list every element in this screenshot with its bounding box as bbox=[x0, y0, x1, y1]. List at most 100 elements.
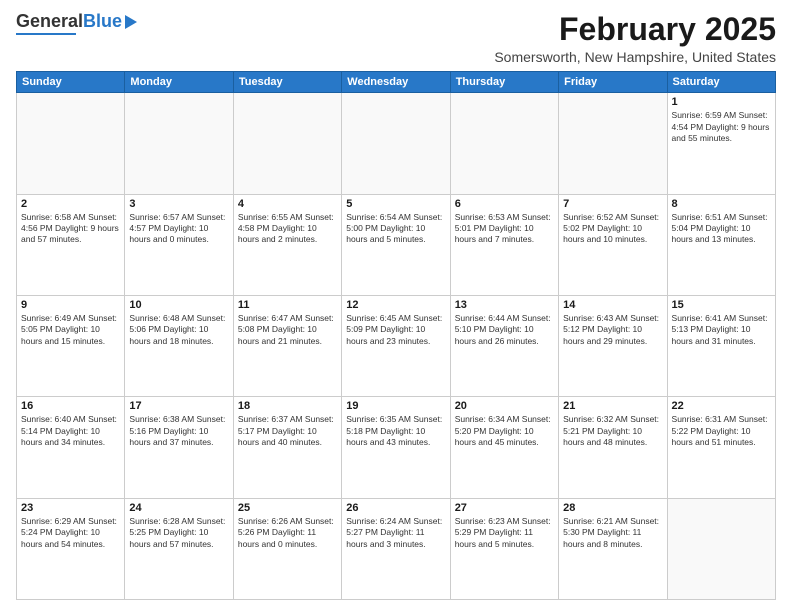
day-info: Sunrise: 6:34 AM Sunset: 5:20 PM Dayligh… bbox=[455, 414, 554, 448]
table-row: 28Sunrise: 6:21 AM Sunset: 5:30 PM Dayli… bbox=[559, 498, 667, 599]
day-info: Sunrise: 6:29 AM Sunset: 5:24 PM Dayligh… bbox=[21, 516, 120, 550]
day-info: Sunrise: 6:51 AM Sunset: 5:04 PM Dayligh… bbox=[672, 212, 771, 246]
day-info: Sunrise: 6:43 AM Sunset: 5:12 PM Dayligh… bbox=[563, 313, 662, 347]
location-title: Somersworth, New Hampshire, United State… bbox=[494, 49, 776, 65]
day-number: 15 bbox=[672, 299, 771, 311]
table-row bbox=[125, 93, 233, 194]
table-row: 23 Sunrise: 6:29 AM Sunset: 5:24 PM Dayli… bbox=[17, 498, 125, 599]
calendar-week-row: 16 Sunrise: 6:40 AM Sunset: 5:14 PM Dayli… bbox=[17, 397, 776, 498]
day-info: Sunrise: 6:41 AM Sunset: 5:13 PM Dayligh… bbox=[672, 313, 771, 347]
day-info: Sunrise: 6:55 AM Sunset: 4:58 PM Dayligh… bbox=[238, 212, 337, 246]
day-number: 11 bbox=[238, 299, 337, 311]
day-number: 26 bbox=[346, 502, 445, 514]
day-info: Sunrise: 6:53 AM Sunset: 5:01 PM Dayligh… bbox=[455, 212, 554, 246]
calendar-week-row: 1Sunrise: 6:59 AM Sunset: 4:54 PM Daylig… bbox=[17, 93, 776, 194]
table-row: 7Sunrise: 6:52 AM Sunset: 5:02 PM Daylig… bbox=[559, 194, 667, 295]
col-wednesday: Wednesday bbox=[342, 72, 450, 93]
col-tuesday: Tuesday bbox=[233, 72, 341, 93]
logo-blue: Blue bbox=[83, 11, 122, 31]
table-row: 12 Sunrise: 6:45 AM Sunset: 5:09 PM Dayli… bbox=[342, 295, 450, 396]
table-row: 26 Sunrise: 6:24 AM Sunset: 5:27 PM Dayli… bbox=[342, 498, 450, 599]
day-number: 20 bbox=[455, 400, 554, 412]
day-number: 12 bbox=[346, 299, 445, 311]
title-section: February 2025 Somersworth, New Hampshire… bbox=[494, 12, 776, 65]
day-info: Sunrise: 6:23 AM Sunset: 5:29 PM Dayligh… bbox=[455, 516, 554, 550]
day-info: Sunrise: 6:32 AM Sunset: 5:21 PM Dayligh… bbox=[563, 414, 662, 448]
page: GeneralBlue February 2025 Somersworth, N… bbox=[0, 0, 792, 612]
calendar-week-row: 2Sunrise: 6:58 AM Sunset: 4:56 PM Daylig… bbox=[17, 194, 776, 295]
day-number: 14 bbox=[563, 299, 662, 311]
calendar-week-row: 23 Sunrise: 6:29 AM Sunset: 5:24 PM Dayli… bbox=[17, 498, 776, 599]
day-number: 25 bbox=[238, 502, 337, 514]
table-row: 5 Sunrise: 6:54 AM Sunset: 5:00 PM Daylig… bbox=[342, 194, 450, 295]
logo: GeneralBlue bbox=[16, 12, 137, 35]
table-row bbox=[667, 498, 775, 599]
table-row: 1Sunrise: 6:59 AM Sunset: 4:54 PM Daylig… bbox=[667, 93, 775, 194]
day-number: 27 bbox=[455, 502, 554, 514]
day-number: 22 bbox=[672, 400, 771, 412]
table-row: 13 Sunrise: 6:44 AM Sunset: 5:10 PM Dayli… bbox=[450, 295, 558, 396]
day-info: Sunrise: 6:54 AM Sunset: 5:00 PM Dayligh… bbox=[346, 212, 445, 246]
table-row: 17Sunrise: 6:38 AM Sunset: 5:16 PM Dayli… bbox=[125, 397, 233, 498]
calendar-table: Sunday Monday Tuesday Wednesday Thursday… bbox=[16, 71, 776, 600]
day-number: 7 bbox=[563, 198, 662, 210]
table-row: 14 Sunrise: 6:43 AM Sunset: 5:12 PM Dayli… bbox=[559, 295, 667, 396]
day-info: Sunrise: 6:21 AM Sunset: 5:30 PM Dayligh… bbox=[563, 516, 662, 550]
table-row: 9Sunrise: 6:49 AM Sunset: 5:05 PM Daylig… bbox=[17, 295, 125, 396]
day-number: 13 bbox=[455, 299, 554, 311]
table-row: 6Sunrise: 6:53 AM Sunset: 5:01 PM Daylig… bbox=[450, 194, 558, 295]
day-number: 23 bbox=[21, 502, 120, 514]
table-row bbox=[559, 93, 667, 194]
day-number: 3 bbox=[129, 198, 228, 210]
day-info: Sunrise: 6:24 AM Sunset: 5:27 PM Dayligh… bbox=[346, 516, 445, 550]
day-number: 4 bbox=[238, 198, 337, 210]
day-info: Sunrise: 6:45 AM Sunset: 5:09 PM Dayligh… bbox=[346, 313, 445, 347]
day-info: Sunrise: 6:35 AM Sunset: 5:18 PM Dayligh… bbox=[346, 414, 445, 448]
table-row: 18Sunrise: 6:37 AM Sunset: 5:17 PM Dayli… bbox=[233, 397, 341, 498]
day-number: 10 bbox=[129, 299, 228, 311]
table-row bbox=[450, 93, 558, 194]
table-row: 8 Sunrise: 6:51 AM Sunset: 5:04 PM Daylig… bbox=[667, 194, 775, 295]
day-info: Sunrise: 6:38 AM Sunset: 5:16 PM Dayligh… bbox=[129, 414, 228, 448]
header: GeneralBlue February 2025 Somersworth, N… bbox=[16, 12, 776, 65]
day-number: 18 bbox=[238, 400, 337, 412]
col-sunday: Sunday bbox=[17, 72, 125, 93]
logo-arrow-icon bbox=[125, 15, 137, 29]
table-row: 3 Sunrise: 6:57 AM Sunset: 4:57 PM Daylig… bbox=[125, 194, 233, 295]
logo-general: General bbox=[16, 11, 83, 31]
col-monday: Monday bbox=[125, 72, 233, 93]
table-row: 24Sunrise: 6:28 AM Sunset: 5:25 PM Dayli… bbox=[125, 498, 233, 599]
day-info: Sunrise: 6:40 AM Sunset: 5:14 PM Dayligh… bbox=[21, 414, 120, 448]
table-row: 16 Sunrise: 6:40 AM Sunset: 5:14 PM Dayli… bbox=[17, 397, 125, 498]
day-number: 21 bbox=[563, 400, 662, 412]
day-info: Sunrise: 6:48 AM Sunset: 5:06 PM Dayligh… bbox=[129, 313, 228, 347]
day-number: 16 bbox=[21, 400, 120, 412]
table-row: 19 Sunrise: 6:35 AM Sunset: 5:18 PM Dayli… bbox=[342, 397, 450, 498]
table-row bbox=[342, 93, 450, 194]
day-info: Sunrise: 6:28 AM Sunset: 5:25 PM Dayligh… bbox=[129, 516, 228, 550]
table-row: 2Sunrise: 6:58 AM Sunset: 4:56 PM Daylig… bbox=[17, 194, 125, 295]
day-info: Sunrise: 6:31 AM Sunset: 5:22 PM Dayligh… bbox=[672, 414, 771, 448]
logo-underline bbox=[16, 33, 76, 35]
day-info: Sunrise: 6:57 AM Sunset: 4:57 PM Dayligh… bbox=[129, 212, 228, 246]
table-row bbox=[233, 93, 341, 194]
table-row bbox=[17, 93, 125, 194]
day-number: 5 bbox=[346, 198, 445, 210]
day-number: 8 bbox=[672, 198, 771, 210]
day-info: Sunrise: 6:47 AM Sunset: 5:08 PM Dayligh… bbox=[238, 313, 337, 347]
table-row: 27 Sunrise: 6:23 AM Sunset: 5:29 PM Dayli… bbox=[450, 498, 558, 599]
day-info: Sunrise: 6:59 AM Sunset: 4:54 PM Dayligh… bbox=[672, 110, 771, 144]
day-number: 2 bbox=[21, 198, 120, 210]
col-friday: Friday bbox=[559, 72, 667, 93]
table-row: 4 Sunrise: 6:55 AM Sunset: 4:58 PM Daylig… bbox=[233, 194, 341, 295]
table-row: 22 Sunrise: 6:31 AM Sunset: 5:22 PM Dayli… bbox=[667, 397, 775, 498]
table-row: 20 Sunrise: 6:34 AM Sunset: 5:20 PM Dayli… bbox=[450, 397, 558, 498]
table-row: 25Sunrise: 6:26 AM Sunset: 5:26 PM Dayli… bbox=[233, 498, 341, 599]
calendar-header-row: Sunday Monday Tuesday Wednesday Thursday… bbox=[17, 72, 776, 93]
logo-text: GeneralBlue bbox=[16, 12, 122, 32]
table-row: 21 Sunrise: 6:32 AM Sunset: 5:21 PM Dayli… bbox=[559, 397, 667, 498]
day-info: Sunrise: 6:44 AM Sunset: 5:10 PM Dayligh… bbox=[455, 313, 554, 347]
table-row: 15 Sunrise: 6:41 AM Sunset: 5:13 PM Dayli… bbox=[667, 295, 775, 396]
day-number: 19 bbox=[346, 400, 445, 412]
col-thursday: Thursday bbox=[450, 72, 558, 93]
